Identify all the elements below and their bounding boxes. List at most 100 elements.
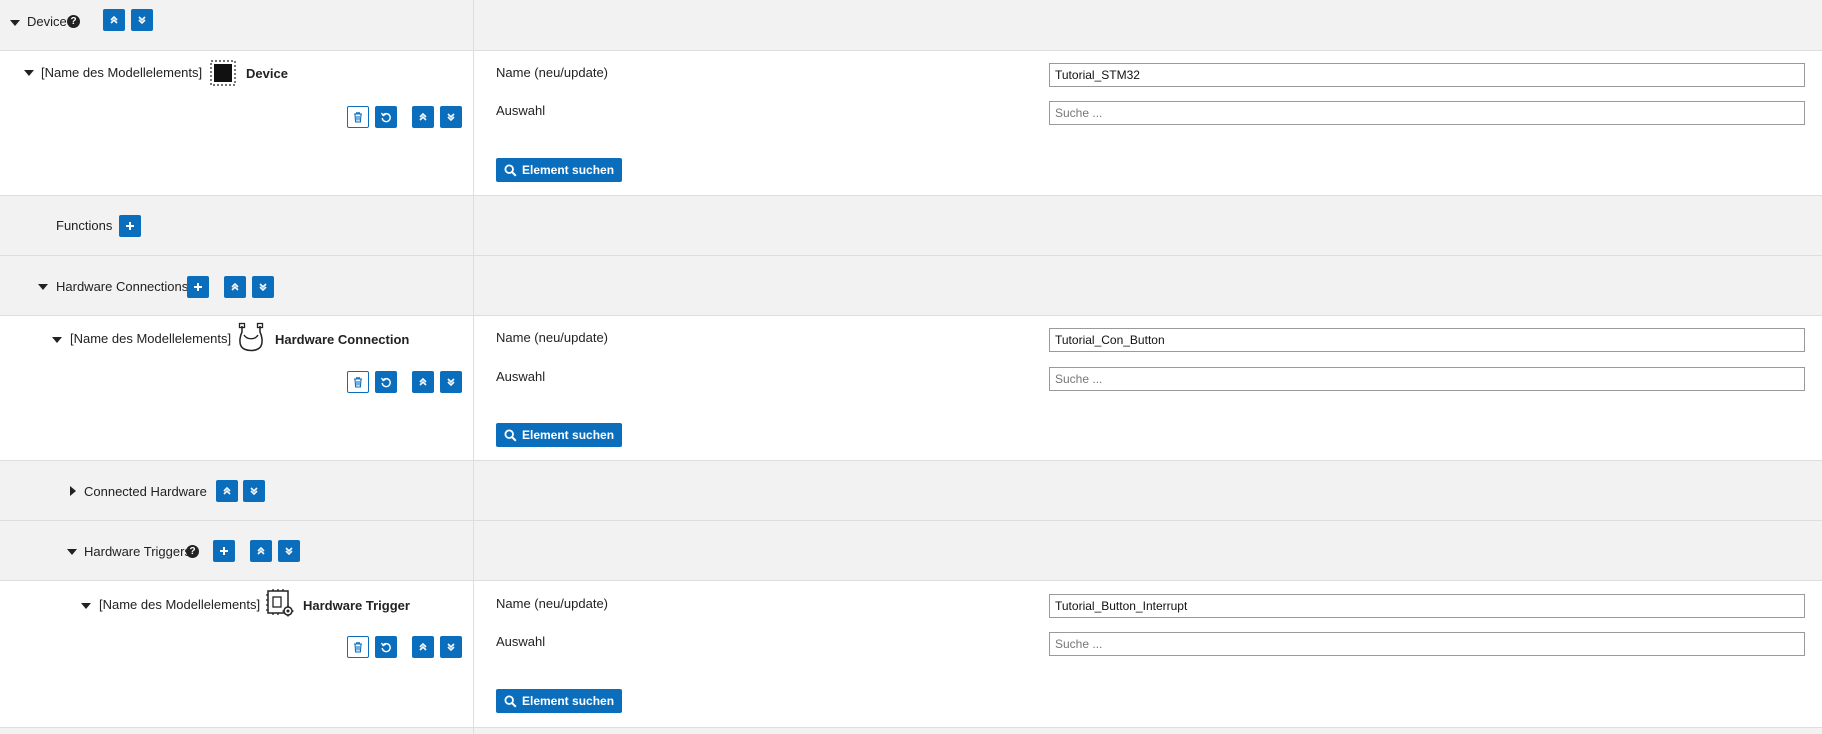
collapse-all-button[interactable] — [103, 9, 125, 31]
collapse-all-button[interactable] — [216, 480, 238, 502]
double-chevron-down-icon — [285, 547, 293, 556]
column-divider — [473, 51, 474, 195]
column-divider — [473, 196, 474, 255]
caret-down-icon[interactable] — [38, 284, 48, 290]
element-type-label: Device — [246, 66, 288, 81]
trigger-chip-icon — [266, 589, 294, 617]
double-chevron-up-icon — [223, 486, 231, 495]
functions-section-row: Functions — [0, 196, 1822, 256]
double-chevron-down-icon — [447, 643, 455, 652]
search-input[interactable] — [1049, 632, 1805, 656]
caret-down-icon[interactable] — [67, 549, 77, 555]
search-input[interactable] — [1049, 367, 1805, 391]
collapse-all-button[interactable] — [412, 106, 434, 128]
magnifier-icon — [504, 163, 517, 177]
search-input[interactable] — [1049, 101, 1805, 125]
functions-section-title: Functions — [56, 218, 113, 233]
reset-icon — [380, 377, 391, 388]
expand-all-button[interactable] — [278, 540, 300, 562]
add-button[interactable] — [119, 215, 141, 237]
name-field-label: Name (neu/update) — [496, 65, 609, 80]
help-icon[interactable]: ? — [67, 15, 80, 28]
expand-all-button[interactable] — [131, 9, 153, 31]
column-divider — [473, 0, 474, 50]
add-button[interactable] — [187, 276, 209, 298]
caret-down-icon[interactable] — [10, 20, 20, 26]
device-section-row: Device ? — [0, 0, 1822, 51]
double-chevron-down-icon — [447, 113, 455, 122]
caret-down-icon[interactable] — [81, 603, 91, 609]
connected-hardware-section-title: Connected Hardware — [84, 484, 207, 499]
column-divider — [473, 728, 474, 734]
trash-icon — [354, 642, 362, 653]
double-chevron-down-icon — [447, 378, 455, 387]
add-button[interactable] — [213, 540, 235, 562]
double-chevron-up-icon — [419, 112, 427, 121]
trash-icon — [354, 112, 362, 123]
delete-button[interactable] — [347, 636, 369, 658]
expand-all-button[interactable] — [440, 371, 462, 393]
column-divider — [473, 316, 474, 460]
element-name-label: [Name des Modellelements] — [99, 597, 261, 612]
double-chevron-up-icon — [257, 546, 265, 555]
element-name-label: [Name des Modellelements] — [70, 331, 232, 346]
element-search-label: Element suchen — [522, 163, 615, 177]
double-chevron-down-icon — [250, 487, 258, 496]
expand-all-button[interactable] — [440, 106, 462, 128]
collapse-all-button[interactable] — [250, 540, 272, 562]
hardware-triggers-section-row: Hardware Triggers ? — [0, 521, 1822, 581]
device-section-title: Device — [27, 14, 67, 29]
name-field-label: Name (neu/update) — [496, 596, 609, 611]
magnifier-icon — [504, 694, 517, 708]
double-chevron-down-icon — [138, 16, 146, 25]
delete-button[interactable] — [347, 371, 369, 393]
expand-all-button[interactable] — [252, 276, 274, 298]
caret-right-icon[interactable] — [70, 486, 76, 496]
collapse-all-button[interactable] — [412, 636, 434, 658]
help-icon[interactable]: ? — [186, 545, 199, 558]
reset-button[interactable] — [375, 106, 397, 128]
double-chevron-down-icon — [259, 283, 267, 292]
element-name-label: [Name des Modellelements] — [41, 65, 203, 80]
expand-all-button[interactable] — [243, 480, 265, 502]
hardware-connections-section-title: Hardware Connections — [56, 279, 189, 294]
double-chevron-up-icon — [231, 282, 239, 291]
reset-icon — [380, 112, 391, 123]
cable-icon — [238, 322, 264, 352]
plus-icon — [126, 222, 134, 230]
select-field-label: Auswahl — [496, 103, 546, 118]
element-search-button[interactable]: Element suchen — [496, 158, 622, 182]
reset-button[interactable] — [375, 371, 397, 393]
column-divider — [473, 256, 474, 315]
hardware-triggers-section-title: Hardware Triggers — [84, 544, 191, 559]
connected-hardware-section-row: Connected Hardware — [0, 461, 1822, 521]
reset-icon — [380, 642, 391, 653]
name-input[interactable] — [1049, 328, 1805, 352]
caret-down-icon[interactable] — [24, 70, 34, 76]
plus-icon — [194, 283, 202, 291]
hardware-connections-section-row: Hardware Connections — [0, 256, 1822, 316]
name-input[interactable] — [1049, 63, 1805, 87]
device-element-row: [Name des Modellelements] Device Name (n… — [0, 51, 1822, 196]
collapse-all-button[interactable] — [412, 371, 434, 393]
column-divider — [473, 461, 474, 520]
expand-all-button[interactable] — [440, 636, 462, 658]
name-input[interactable] — [1049, 594, 1805, 618]
element-type-label: Hardware Trigger — [303, 598, 410, 613]
collapse-all-button[interactable] — [224, 276, 246, 298]
element-search-label: Element suchen — [522, 428, 615, 442]
trash-icon — [354, 377, 362, 388]
column-divider — [473, 581, 474, 727]
element-search-button[interactable]: Element suchen — [496, 423, 622, 447]
double-chevron-up-icon — [110, 15, 118, 24]
double-chevron-up-icon — [419, 377, 427, 386]
hardware-connection-element-row: [Name des Modellelements] Hardware Conne… — [0, 316, 1822, 461]
magnifier-icon — [504, 428, 517, 442]
element-search-button[interactable]: Element suchen — [496, 689, 622, 713]
select-field-label: Auswahl — [496, 634, 546, 649]
reset-button[interactable] — [375, 636, 397, 658]
chip-icon — [210, 60, 236, 86]
caret-down-icon[interactable] — [52, 337, 62, 343]
element-search-label: Element suchen — [522, 694, 615, 708]
delete-button[interactable] — [347, 106, 369, 128]
